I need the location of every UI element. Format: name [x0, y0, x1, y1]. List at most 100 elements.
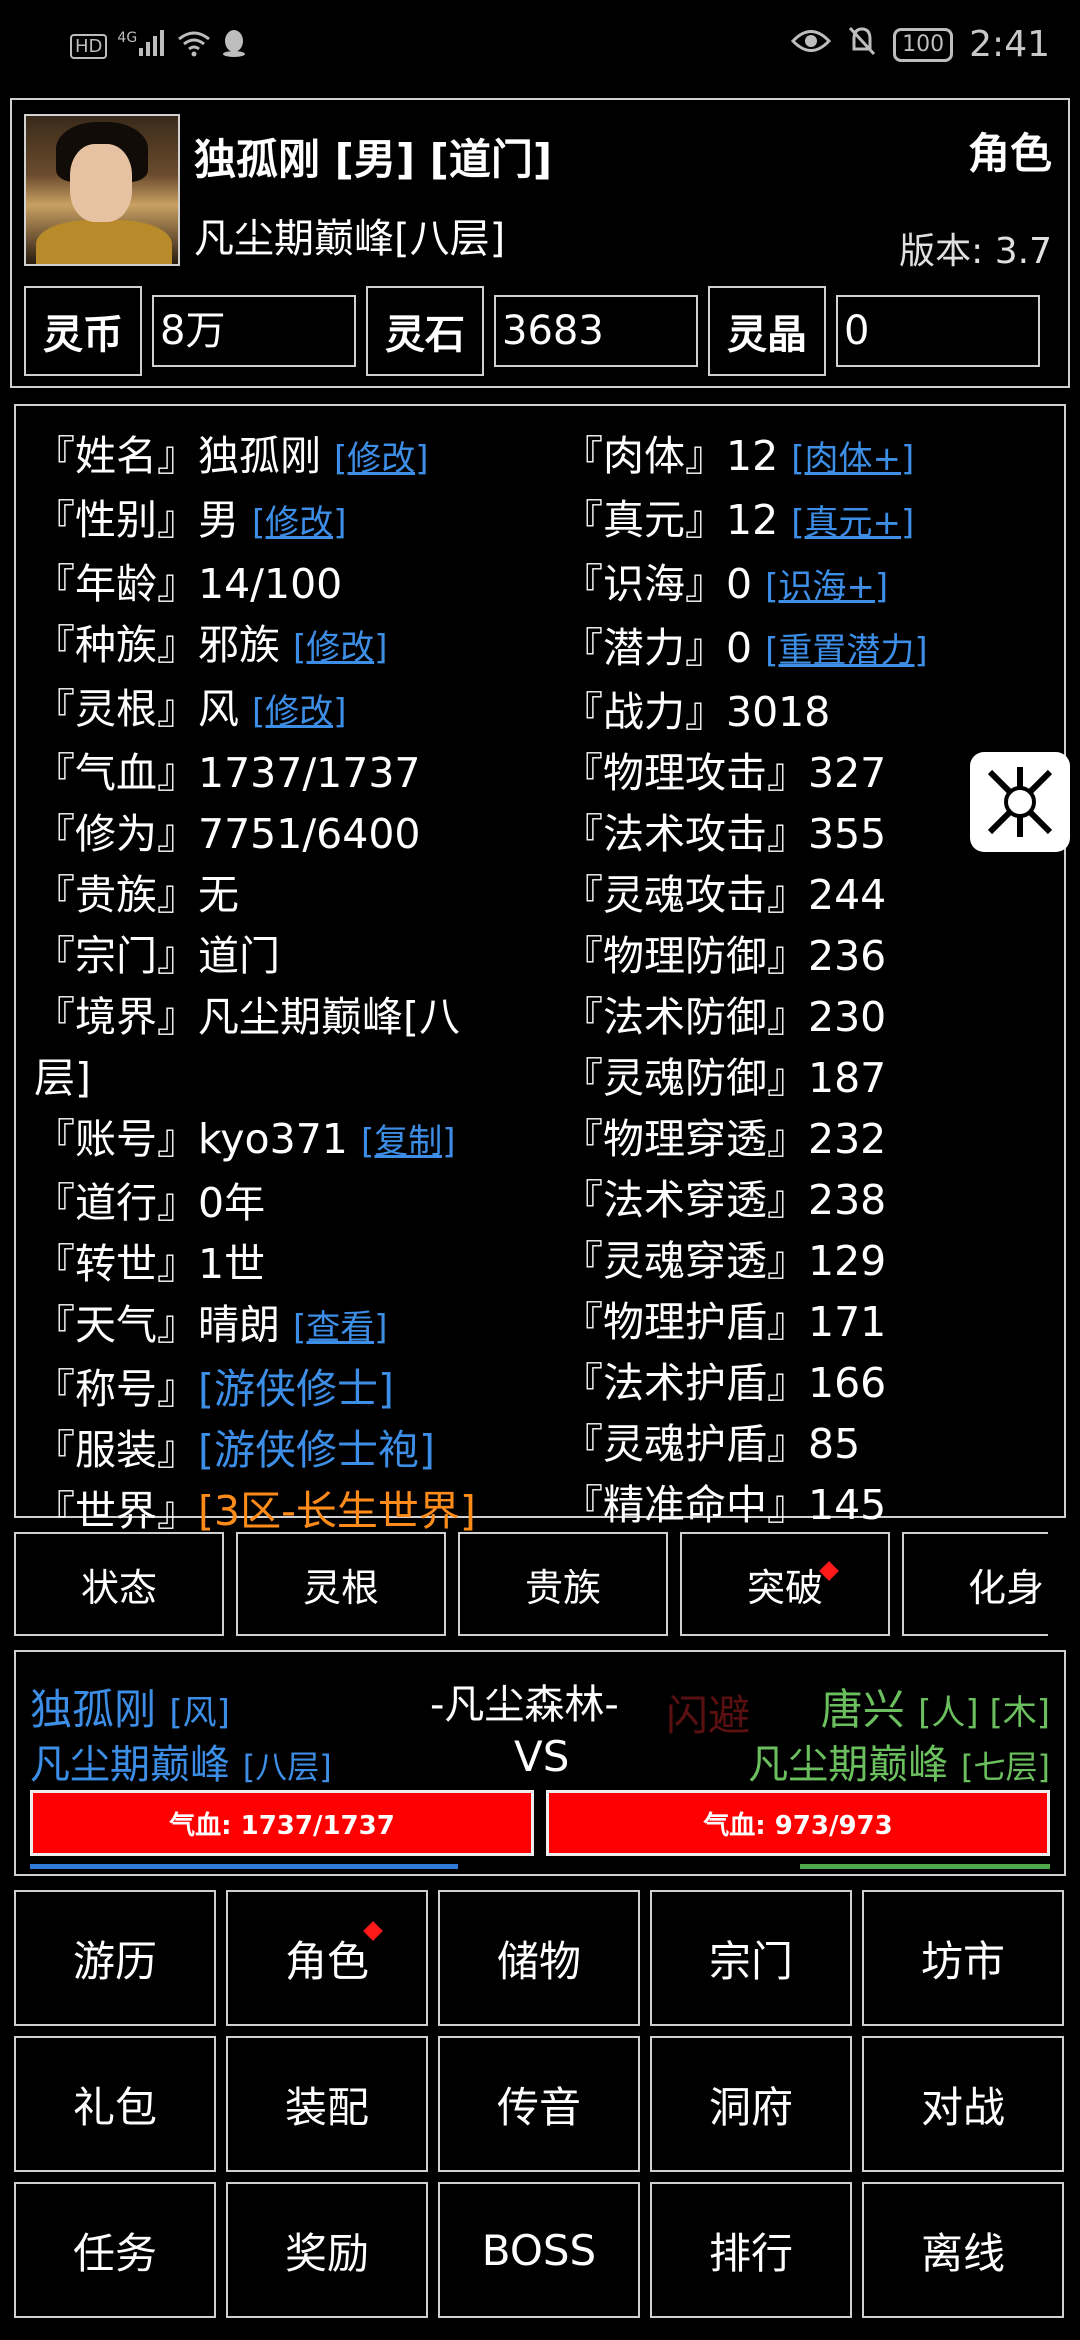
outfit-link[interactable]: [游侠修士袍] [198, 1426, 435, 1474]
stat-row-outfit: 『服装』[游侠修士袍] [34, 1426, 435, 1474]
stat-row-potential: 『潜力』0 [重置潜力] [562, 624, 928, 672]
menu-ranking-button[interactable]: 排行 [650, 2182, 852, 2318]
edit-name-link[interactable]: [修改] [334, 439, 429, 479]
stat-row-age: 『年龄』14/100 [34, 560, 343, 608]
stat-row-realm: 『境界』凡尘期巅峰[八层] [34, 993, 460, 1102]
qq-icon [221, 28, 247, 65]
stat-row-phys-shield: 『物理护盾』171 [562, 1298, 887, 1346]
currency-label-lingbi: 灵币 [24, 286, 142, 376]
tab-status[interactable]: 状态 [14, 1532, 224, 1636]
view-weather-link[interactable]: [查看] [293, 1308, 388, 1348]
mute-bell-icon [847, 25, 877, 64]
character-header: 独孤刚 [男] [道门] 凡尘期巅峰[八层] 角色 版本: 3.7 灵币 8万 … [10, 98, 1070, 388]
battle-panel: 独孤刚 [风] 凡尘期巅峰 [八层] -凡尘森林- 闪避 VS 唐兴 [人] [… [14, 1650, 1066, 1876]
player-name: 独孤刚 [风] [30, 1685, 230, 1734]
stat-row-title: 『称号』[游侠修士] [34, 1365, 394, 1413]
reset-potential-link[interactable]: [重置潜力] [765, 631, 928, 671]
status-bar: HD 4G 100 2:41 [0, 0, 1080, 92]
edit-race-link[interactable]: [修改] [293, 628, 388, 668]
currency-label-lingjing: 灵晶 [708, 286, 826, 376]
enemy-progress-bar [800, 1864, 1050, 1869]
tab-noble[interactable]: 贵族 [458, 1532, 668, 1636]
add-mind-sea-link[interactable]: [识海+] [765, 567, 888, 607]
stat-row-mind-sea: 『识海』0 [识海+] [562, 560, 889, 608]
currency-row: 灵币 8万 灵石 3683 灵晶 0 [24, 286, 1040, 376]
edit-spirit-root-link[interactable]: [修改] [252, 692, 347, 732]
stat-row-soul-shield: 『灵魂护盾』85 [562, 1420, 861, 1468]
menu-market-button[interactable]: 坊市 [862, 1890, 1064, 2026]
dodge-effect: 闪避 [666, 1691, 751, 1740]
stat-row-race: 『种族』邪族 [修改] [34, 621, 388, 669]
stat-row-magic-def: 『法术防御』230 [562, 993, 887, 1041]
menu-pvp-button[interactable]: 对战 [862, 2036, 1064, 2172]
stat-row-soul-atk: 『灵魂攻击』244 [562, 871, 887, 919]
currency-label-lingshi: 灵石 [366, 286, 484, 376]
page-title: 角色 [967, 129, 1052, 178]
title-link[interactable]: [游侠修士] [198, 1365, 394, 1413]
character-name-line: 独孤刚 [男] [道门] [194, 135, 553, 184]
menu-travel-button[interactable]: 游历 [14, 1890, 216, 2026]
status-icons-right: 100 2:41 [791, 24, 1050, 65]
menu-character-button[interactable]: 角色 [226, 1890, 428, 2026]
stat-row-magic-shield: 『法术护盾』166 [562, 1359, 887, 1407]
stat-row-sect: 『宗门』道门 [34, 932, 280, 980]
stat-row-account: 『账号』kyo371 [复制] [34, 1115, 456, 1163]
add-true-essence-link[interactable]: [真元+] [791, 503, 914, 543]
stat-row-cultivation: 『修为』7751/6400 [34, 810, 421, 858]
stat-row-soul-pen: 『灵魂穿透』129 [562, 1237, 887, 1285]
stat-row-noble: 『贵族』无 [34, 871, 239, 919]
menu-boss-button[interactable]: BOSS [438, 2182, 640, 2318]
stats-left-column: 『姓名』独孤刚 [修改] 『性别』男 [修改] 『年龄』14/100 『种族』邪… [34, 426, 564, 1542]
menu-quest-button[interactable]: 任务 [14, 2182, 216, 2318]
menu-storage-button[interactable]: 储物 [438, 1890, 640, 2026]
tab-bar: 状态 灵根 贵族 突破 化身 [14, 1532, 1048, 1636]
eye-icon [791, 28, 832, 61]
tab-breakthrough[interactable]: 突破 [680, 1532, 890, 1636]
hd-icon: HD [70, 34, 108, 59]
stat-row-true-essence: 『真元』12 [真元+] [562, 496, 915, 544]
stat-row-weather: 『天气』晴朗 [查看] [34, 1301, 388, 1349]
tab-avatar[interactable]: 化身 [902, 1532, 1048, 1636]
edit-gender-link[interactable]: [修改] [252, 503, 347, 543]
menu-offline-button[interactable]: 离线 [862, 2182, 1064, 2318]
menu-sect-button[interactable]: 宗门 [650, 1890, 852, 2026]
menu-reward-button[interactable]: 奖励 [226, 2182, 428, 2318]
copy-account-link[interactable]: [复制] [361, 1122, 456, 1162]
version-label: 版本: 3.7 [899, 231, 1052, 272]
battle-location: -凡尘森林- [430, 1682, 619, 1728]
enemy-hp-bar: 气血: 973/973 [546, 1790, 1050, 1856]
currency-value-lingbi: 8万 [152, 295, 356, 367]
enemy-realm: 凡尘期巅峰 [七层] [748, 1742, 1050, 1788]
stat-row-accuracy: 『精准命中』145 [562, 1481, 887, 1529]
world-link[interactable]: [3区-长生世界] [198, 1487, 476, 1535]
add-body-link[interactable]: [肉体+] [791, 439, 914, 479]
menu-gift-button[interactable]: 礼包 [14, 2036, 216, 2172]
enemy-name: 唐兴 [人] [木] [820, 1685, 1050, 1734]
stat-row-body: 『肉体』12 [肉体+] [562, 432, 915, 480]
stats-right-column: 『肉体』12 [肉体+] 『真元』12 [真元+] 『识海』0 [识海+] 『潜… [562, 426, 1062, 1536]
character-avatar[interactable] [24, 114, 180, 266]
menu-equip-button[interactable]: 装配 [226, 2036, 428, 2172]
main-menu-grid: 游历 角色 储物 宗门 坊市 礼包 装配 传音 洞府 对战 任务 奖励 BOSS… [14, 1890, 1070, 2318]
clock: 2:41 [969, 24, 1050, 65]
stat-row-dao: 『道行』0年 [34, 1179, 266, 1227]
menu-cave-button[interactable]: 洞府 [650, 2036, 852, 2172]
stat-row-phys-pen: 『物理穿透』232 [562, 1115, 887, 1163]
4g-signal-icon: 4G [117, 30, 167, 63]
currency-value-lingjing: 0 [836, 295, 1040, 367]
stat-row-name: 『姓名』独孤刚 [修改] [34, 432, 429, 480]
stats-panel: 『姓名』独孤刚 [修改] 『性别』男 [修改] 『年龄』14/100 『种族』邪… [14, 404, 1066, 1535]
player-progress-bar [30, 1864, 458, 1869]
stat-row-spirit-root: 『灵根』风 [修改] [34, 685, 347, 733]
stat-row-rebirth: 『转世』1世 [34, 1240, 266, 1288]
menu-message-button[interactable]: 传音 [438, 2036, 640, 2172]
tab-spirit-root[interactable]: 灵根 [236, 1532, 446, 1636]
currency-value-lingshi: 3683 [494, 295, 698, 367]
stat-row-hp: 『气血』1737/1737 [34, 749, 421, 797]
stat-row-combat-power: 『战力』3018 [562, 688, 831, 736]
stat-row-phys-def: 『物理防御』236 [562, 932, 887, 980]
vs-label: VS [514, 1732, 570, 1781]
game-logo-icon[interactable] [970, 752, 1070, 852]
status-icons-left: HD 4G [70, 28, 247, 65]
character-realm: 凡尘期巅峰[八层] [194, 216, 506, 262]
